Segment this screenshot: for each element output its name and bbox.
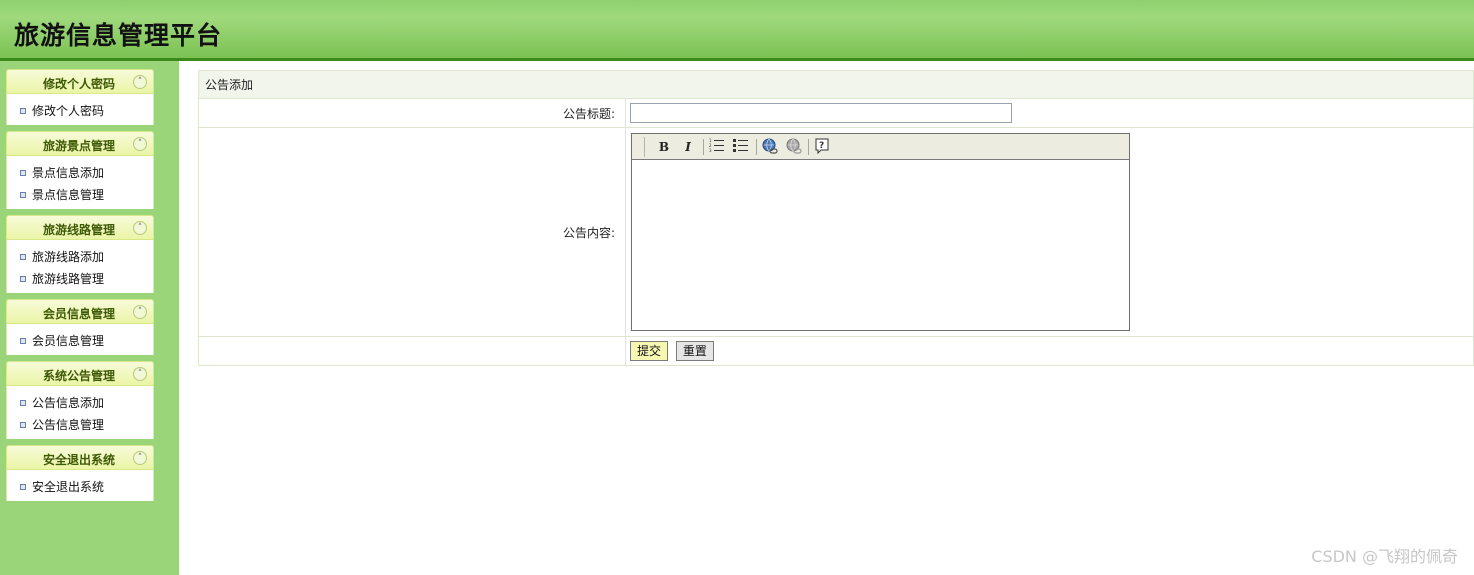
menu-head-label: 旅游景点管理: [42, 139, 115, 153]
bold-icon[interactable]: B: [655, 138, 673, 156]
buttons-cell: 提交 重置: [625, 336, 1474, 366]
menu-item-label: 景点信息管理: [32, 188, 105, 202]
main-content: 公告添加 公告标题: 公告内容: B I 123 ? 提交 重置: [198, 70, 1474, 366]
menu-item-label: 公告信息管理: [32, 418, 105, 432]
menu-group-scenic: 旅游景点管理 ˄ 景点信息添加 景点信息管理: [6, 131, 154, 209]
content-row: 公告内容: B I 123 ?: [198, 127, 1474, 337]
collapse-icon[interactable]: ˄: [133, 221, 147, 235]
form-caption: 公告添加: [198, 70, 1474, 99]
menu-item-logout[interactable]: 安全退出系统: [7, 476, 153, 498]
collapse-icon[interactable]: ˄: [133, 75, 147, 89]
collapse-icon[interactable]: ˄: [133, 137, 147, 151]
app-header: 旅游信息管理平台: [0, 0, 1474, 61]
menu-item-label: 会员信息管理: [32, 334, 105, 348]
menu-head-notices[interactable]: 系统公告管理 ˄: [6, 361, 154, 386]
menu-head-logout[interactable]: 安全退出系统 ˄: [6, 445, 154, 470]
menu-head-label: 安全退出系统: [42, 453, 115, 467]
menu-item-notice-add[interactable]: 公告信息添加: [7, 392, 153, 414]
menu-head-label: 修改个人密码: [42, 77, 115, 91]
bullet-icon: [20, 400, 26, 406]
collapse-icon[interactable]: ˄: [133, 367, 147, 381]
menu-item-route-manage[interactable]: 旅游线路管理: [7, 268, 153, 290]
bullet-icon: [20, 276, 26, 282]
title-row: 公告标题:: [198, 98, 1474, 128]
menu-head-label: 系统公告管理: [42, 369, 115, 383]
bullet-icon: [20, 422, 26, 428]
bullet-icon: [20, 484, 26, 490]
menu-item-label: 旅游线路添加: [32, 250, 105, 264]
menu-body: 安全退出系统: [6, 470, 154, 501]
collapse-icon[interactable]: ˄: [133, 305, 147, 319]
menu-head-label: 旅游线路管理: [42, 223, 115, 237]
menu-item-scenic-add[interactable]: 景点信息添加: [7, 162, 153, 184]
ordered-list-icon[interactable]: 123: [708, 138, 726, 156]
menu-body: 公告信息添加 公告信息管理: [6, 386, 154, 439]
title-label: 公告标题:: [198, 98, 626, 128]
form-caption-row: 公告添加: [198, 70, 1474, 99]
notice-form: 公告添加 公告标题: 公告内容: B I 123 ? 提交 重置: [198, 70, 1474, 366]
menu-body: 会员信息管理: [6, 324, 154, 355]
svg-text:3: 3: [709, 148, 712, 152]
italic-icon[interactable]: I: [679, 138, 697, 156]
menu-body: 旅游线路添加 旅游线路管理: [6, 240, 154, 293]
menu-body: 修改个人密码: [6, 94, 154, 125]
menu-group-password: 修改个人密码 ˄ 修改个人密码: [6, 69, 154, 125]
bullet-icon: [20, 192, 26, 198]
menu-item-scenic-manage[interactable]: 景点信息管理: [7, 184, 153, 206]
menu-group-logout: 安全退出系统 ˄ 安全退出系统: [6, 445, 154, 501]
bullet-icon: [20, 108, 26, 114]
bullet-icon: [20, 170, 26, 176]
sidebar: 修改个人密码 ˄ 修改个人密码 旅游景点管理 ˄ 景点信息添加 景点信息管理 旅…: [0, 61, 179, 575]
menu-item-label: 旅游线路管理: [32, 272, 105, 286]
menu-group-routes: 旅游线路管理 ˄ 旅游线路添加 旅游线路管理: [6, 215, 154, 293]
empty-label-cell: [198, 336, 626, 366]
menu-group-notices: 系统公告管理 ˄ 公告信息添加 公告信息管理: [6, 361, 154, 439]
menu-head-password[interactable]: 修改个人密码 ˄: [6, 69, 154, 94]
rich-text-editor: B I 123 ?: [631, 133, 1130, 331]
bullet-icon: [20, 338, 26, 344]
notice-title-input[interactable]: [630, 103, 1012, 123]
buttons-row: 提交 重置: [198, 336, 1474, 366]
toolbar-separator: [808, 139, 809, 155]
menu-item-label: 公告信息添加: [32, 396, 105, 410]
menu-item-change-password[interactable]: 修改个人密码: [7, 100, 153, 122]
app-title: 旅游信息管理平台: [14, 21, 223, 50]
menu-item-label: 景点信息添加: [32, 166, 105, 180]
bullet-icon: [20, 254, 26, 260]
insert-link-icon[interactable]: [760, 138, 778, 156]
remove-link-icon[interactable]: [784, 138, 802, 156]
toolbar-separator: [703, 139, 704, 155]
editor-toolbar: B I 123 ?: [632, 134, 1129, 160]
menu-item-notice-manage[interactable]: 公告信息管理: [7, 414, 153, 436]
reset-button[interactable]: 重置: [675, 341, 714, 361]
content-field-cell: B I 123 ?: [625, 127, 1474, 337]
unordered-list-icon[interactable]: [732, 138, 750, 156]
menu-body: 景点信息添加 景点信息管理: [6, 156, 154, 209]
toolbar-grip: [644, 137, 645, 157]
menu-item-label: 安全退出系统: [32, 480, 105, 494]
menu-head-routes[interactable]: 旅游线路管理 ˄: [6, 215, 154, 240]
menu-head-members[interactable]: 会员信息管理 ˄: [6, 299, 154, 324]
menu-head-label: 会员信息管理: [42, 307, 115, 321]
watermark: CSDN @飞翔的佩奇: [1311, 547, 1458, 566]
submit-button[interactable]: 提交: [630, 341, 669, 361]
menu-item-route-add[interactable]: 旅游线路添加: [7, 246, 153, 268]
content-label: 公告内容:: [198, 127, 626, 337]
menu-group-members: 会员信息管理 ˄ 会员信息管理: [6, 299, 154, 355]
collapse-icon[interactable]: ˄: [133, 451, 147, 465]
svg-text:?: ?: [819, 141, 824, 151]
help-icon[interactable]: ?: [813, 138, 831, 156]
title-field-cell: [625, 98, 1474, 128]
toolbar-separator: [756, 139, 757, 155]
menu-head-scenic[interactable]: 旅游景点管理 ˄: [6, 131, 154, 156]
menu-item-member-manage[interactable]: 会员信息管理: [7, 330, 153, 352]
menu-item-label: 修改个人密码: [32, 104, 105, 118]
editor-content-area[interactable]: [632, 160, 1129, 330]
